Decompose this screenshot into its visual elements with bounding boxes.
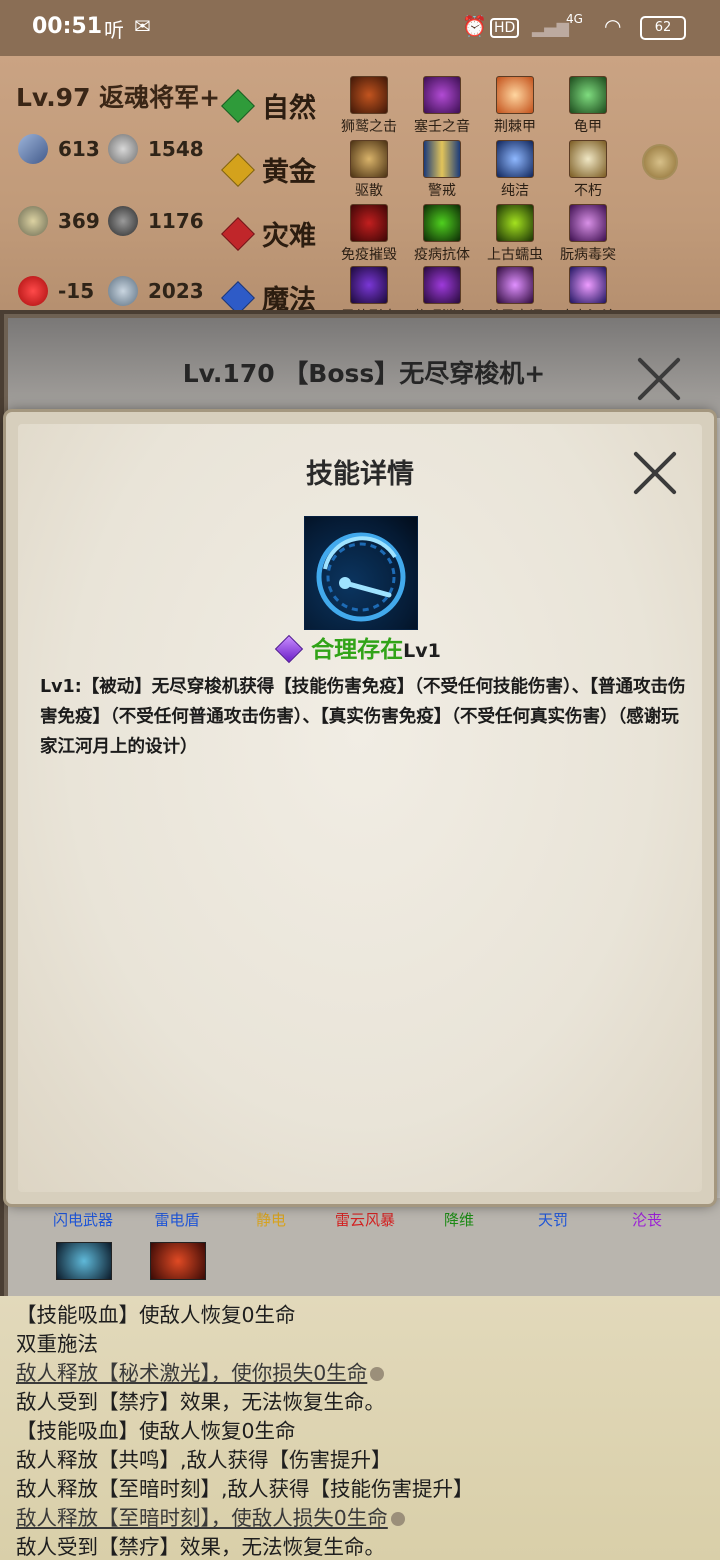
element-nature: 自然 (221, 86, 316, 125)
stat-magic-defense: 1176 (108, 206, 204, 236)
hero-skill[interactable]: 纯洁 (478, 140, 552, 200)
log-line: 敌人受到【禁疗】效果，无法恢复生命。 (16, 1390, 385, 1414)
log-line-link[interactable]: 敌人释放【至暗时刻】，使敌人损失0生命 (16, 1501, 405, 1531)
alarm-icon: ⏰ (462, 14, 487, 38)
hero-skill[interactable]: 警戒 (405, 140, 479, 200)
purple-gem-icon (274, 634, 304, 664)
network-type: 4G (566, 12, 583, 26)
dialog-close-button[interactable] (632, 450, 678, 496)
info-dot-icon (370, 1367, 385, 1381)
boss-skill-icon[interactable] (56, 1242, 112, 1280)
rune-icon (108, 276, 138, 306)
log-line-link[interactable]: 敌人释放【秘术激光】，使你损失0生命 (16, 1356, 385, 1386)
gauge-icon (304, 516, 418, 630)
log-line: 敌人释放【至暗时刻】,敌人获得【技能伤害提升】 (16, 1477, 474, 1501)
hero-skill[interactable]: 荆棘甲 (478, 76, 552, 136)
boss-title: Lv.170 【Boss】无尽穿梭机+ (182, 359, 546, 388)
dark-orb-icon (108, 206, 138, 236)
heart-icon (18, 276, 48, 306)
element-gold: 黄金 (221, 150, 316, 189)
coin-icon[interactable] (642, 144, 678, 180)
gold-gem-icon (221, 152, 255, 187)
stat-health: -15 (18, 276, 94, 306)
hero-skill[interactable]: 免疫摧毁 (332, 204, 406, 264)
wechat-icon: ✉ (134, 14, 151, 38)
signal-icon: ▂▄▆ (532, 18, 569, 37)
nature-gem-icon (221, 88, 255, 123)
shield-icon (18, 206, 48, 236)
hero-skill[interactable]: 不朽 (551, 140, 625, 200)
stat-magic-attack: 1548 (108, 134, 204, 164)
hero-skill[interactable]: 上古蠕虫 (478, 204, 552, 264)
stat-defense: 369 (18, 206, 100, 236)
dialog-title: 技能详情 (306, 459, 414, 490)
boss-header: Lv.170 【Boss】无尽穿梭机+ (8, 318, 720, 418)
status-time: 00:51 (32, 14, 103, 39)
skill-name: 合理存在Lv1 (6, 630, 714, 664)
element-disaster: 灾难 (221, 214, 316, 253)
skill-detail-dialog: 技能详情 合理存在Lv1 Lv1:【被动】无尽穿梭机获得【技能伤害免疫】（不受任… (6, 412, 714, 1204)
log-line: 敌人释放【共鸣】,敌人获得【伤害提升】 (16, 1448, 392, 1472)
sword-icon (18, 134, 48, 164)
info-dot-icon (390, 1512, 405, 1526)
skill-level: Lv1 (403, 640, 441, 662)
element-magic: 魔法 (221, 278, 316, 317)
disaster-gem-icon (221, 216, 255, 251)
wifi-icon: ◠ (604, 14, 622, 38)
hero-skill[interactable]: 龟甲 (551, 76, 625, 136)
hero-skill[interactable]: 狮鹫之击 (332, 76, 406, 136)
hero-skill[interactable]: 塞壬之音 (405, 76, 479, 136)
hero-panel: Lv.97 返魂将军+ 613 1548 369 1176 -15 2023 自… (0, 56, 720, 326)
log-line: 双重施法 (16, 1332, 98, 1356)
listen-icon: 听 (104, 18, 124, 42)
status-bar: 00:51 听 ✉ ⏰ HD ▂▄▆ 4G ◠ 62 (0, 0, 720, 56)
battery-indicator: 62 (640, 16, 686, 40)
log-line: 【技能吸血】使敌人恢复0生命 (16, 1419, 296, 1443)
boss-close-button[interactable] (636, 356, 682, 402)
magic-orb-icon (108, 134, 138, 164)
skill-description: Lv1:【被动】无尽穿梭机获得【技能伤害免疫】（不受任何技能伤害）、【普通攻击伤… (40, 677, 686, 757)
magic-gem-icon (221, 280, 255, 315)
stat-speed: 2023 (108, 276, 204, 306)
hd-icon: HD (490, 18, 520, 38)
stat-attack: 613 (18, 134, 100, 164)
log-line: 敌人受到【禁疗】效果，无法恢复生命。 (16, 1535, 385, 1559)
hero-skill[interactable]: 驱散 (332, 140, 406, 200)
hero-title: Lv.97 返魂将军+ (16, 83, 221, 112)
boss-skill-icon[interactable] (150, 1242, 206, 1280)
hero-skill[interactable]: 朊病毒突 (551, 204, 625, 264)
hero-skill[interactable]: 疫病抗体 (405, 204, 479, 264)
combat-log: 【技能吸血】使敌人恢复0生命 双重施法 敌人释放【秘术激光】，使你损失0生命 敌… (0, 1296, 720, 1560)
log-line: 【技能吸血】使敌人恢复0生命 (16, 1303, 296, 1327)
